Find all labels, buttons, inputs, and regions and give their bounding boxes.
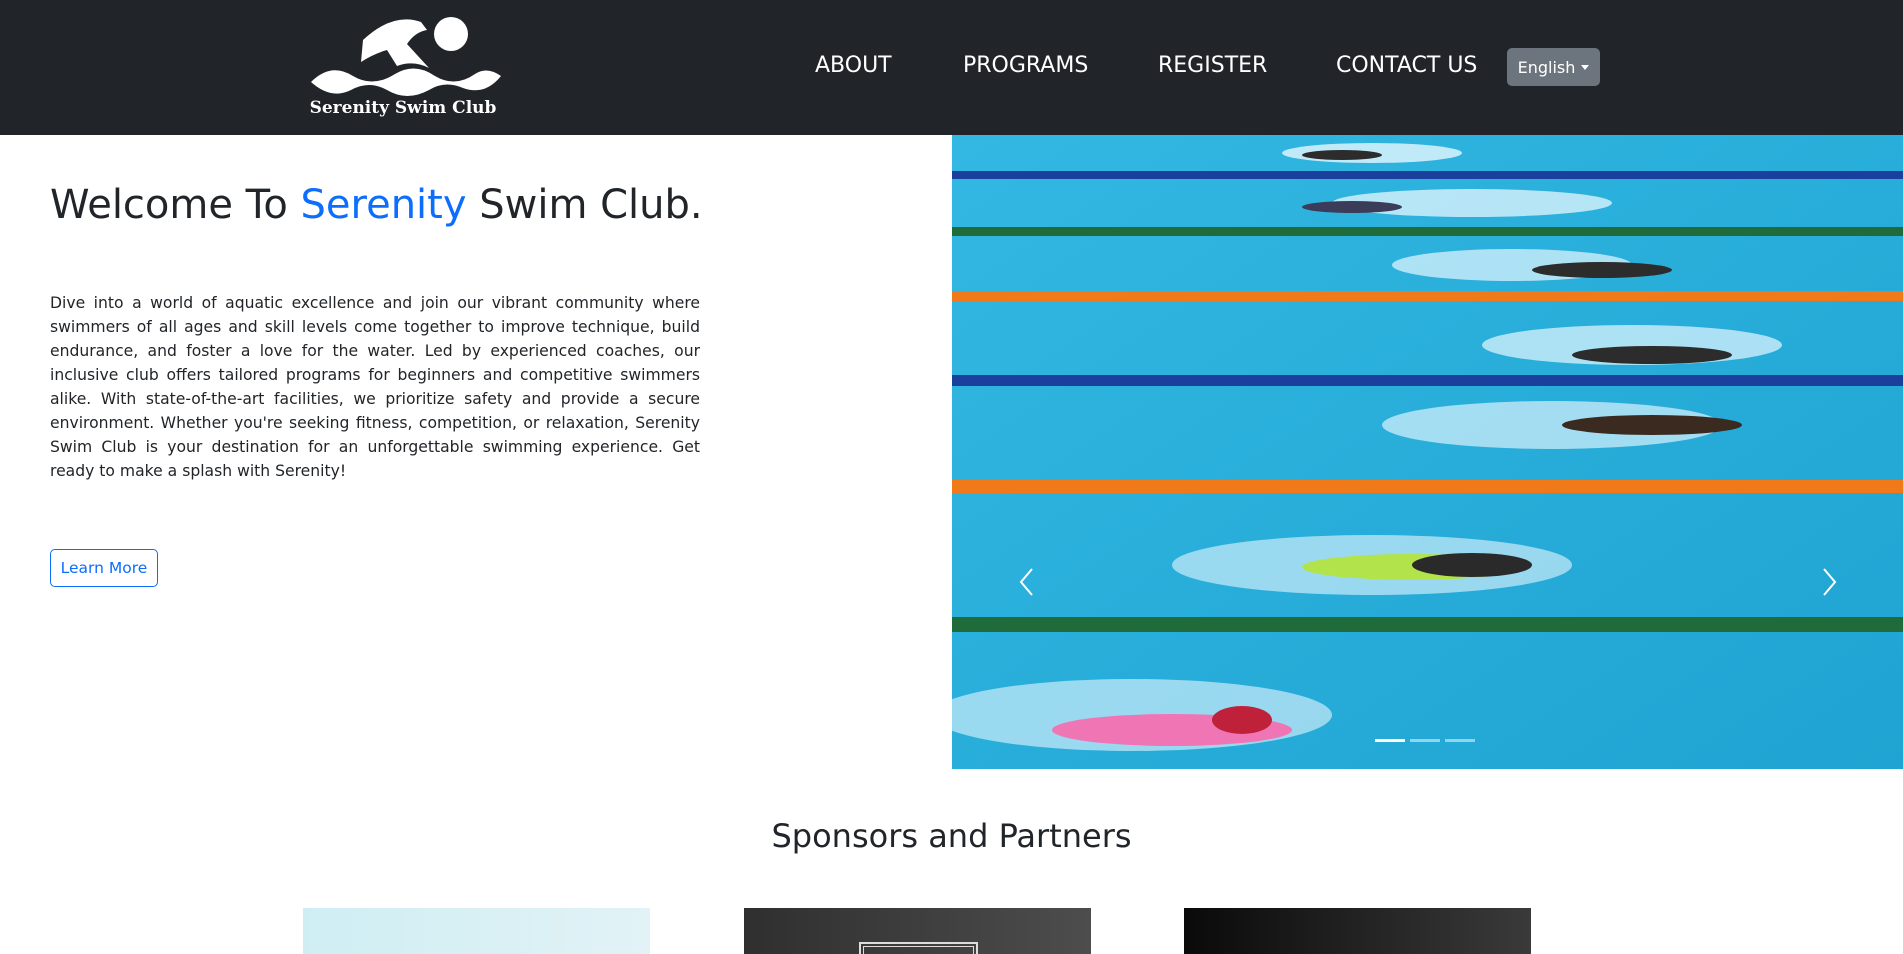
language-selected: English [1517, 57, 1576, 77]
hero-title-prefix: Welcome To [50, 182, 301, 228]
swimmers-racing-in-pool-photo [952, 135, 1903, 769]
sponsor-card-3[interactable] [1184, 908, 1531, 954]
carousel-indicator-2[interactable] [1410, 739, 1440, 742]
learn-more-button[interactable]: Learn More [50, 549, 158, 587]
sponsor-card-1[interactable] [303, 908, 650, 954]
nav-item-programs[interactable]: PROGRAMS [963, 53, 1088, 78]
chevron-left-icon[interactable] [1018, 567, 1034, 597]
carousel-indicator-1[interactable] [1375, 739, 1405, 742]
hero-title-accent: Serenity [300, 182, 467, 228]
hero-carousel[interactable] [952, 135, 1903, 769]
sponsor-card-2[interactable] [744, 908, 1091, 954]
nav-item-register[interactable]: REGISTER [1158, 53, 1267, 78]
navbar: Serenity Swim Club ABOUT PROGRAMS REGIST… [0, 0, 1903, 135]
sponsors-title: Sponsors and Partners [771, 817, 1132, 855]
nav-item-contact-us[interactable]: CONTACT US [1336, 53, 1477, 78]
hero-description: Dive into a world of aquatic excellence … [50, 294, 700, 480]
sponsor-logo-frame [859, 942, 978, 954]
carousel-indicator-3[interactable] [1445, 739, 1475, 742]
swimmer-logo-icon [311, 17, 501, 96]
chevron-right-icon[interactable] [1822, 567, 1838, 597]
language-dropdown[interactable]: English [1507, 48, 1600, 86]
hero-title: Welcome To Serenity Swim Club. [50, 182, 703, 228]
caret-down-icon [1581, 64, 1590, 70]
nav-item-about[interactable]: ABOUT [815, 53, 892, 78]
carousel-indicators [1375, 739, 1475, 742]
logo-text: Serenity Swim Club [309, 98, 497, 118]
club-logo[interactable]: Serenity Swim Club [303, 10, 503, 125]
hero-title-suffix: Swim Club. [466, 182, 703, 228]
